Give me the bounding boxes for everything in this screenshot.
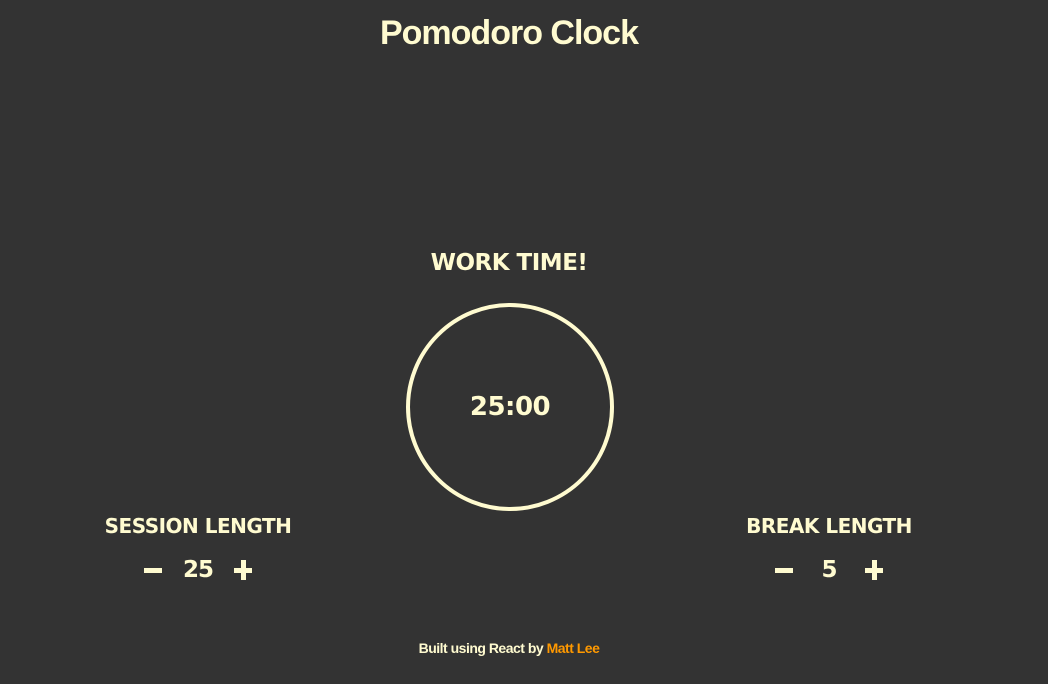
- session-increment-button[interactable]: [226, 553, 260, 587]
- session-decrement-button[interactable]: [136, 553, 170, 587]
- break-decrement-button[interactable]: [767, 553, 801, 587]
- session-length-control: SESSION LENGTH 25: [98, 512, 298, 588]
- timer-time-display: 25:00: [469, 392, 551, 422]
- session-length-label: SESSION LENGTH: [104, 514, 292, 538]
- footer-credit-text: Built using React by: [418, 640, 547, 656]
- break-increment-button[interactable]: [857, 553, 891, 587]
- minus-icon: [144, 568, 162, 573]
- session-length-value: 25: [182, 557, 214, 583]
- author-link[interactable]: Matt Lee: [547, 640, 600, 656]
- minus-icon: [775, 568, 793, 573]
- break-length-value: 5: [821, 557, 837, 583]
- footer: Built using React by Matt Lee: [0, 640, 1018, 656]
- break-length-label: BREAK LENGTH: [746, 514, 912, 538]
- break-length-control: BREAK LENGTH 5: [729, 512, 929, 588]
- timer-clock[interactable]: 25:00: [406, 303, 614, 511]
- session-length-row: 25: [98, 552, 298, 588]
- page-title: Pomodoro Clock: [379, 14, 639, 52]
- timer-status-label: WORK TIME!: [430, 250, 588, 276]
- break-length-row: 5: [729, 552, 929, 588]
